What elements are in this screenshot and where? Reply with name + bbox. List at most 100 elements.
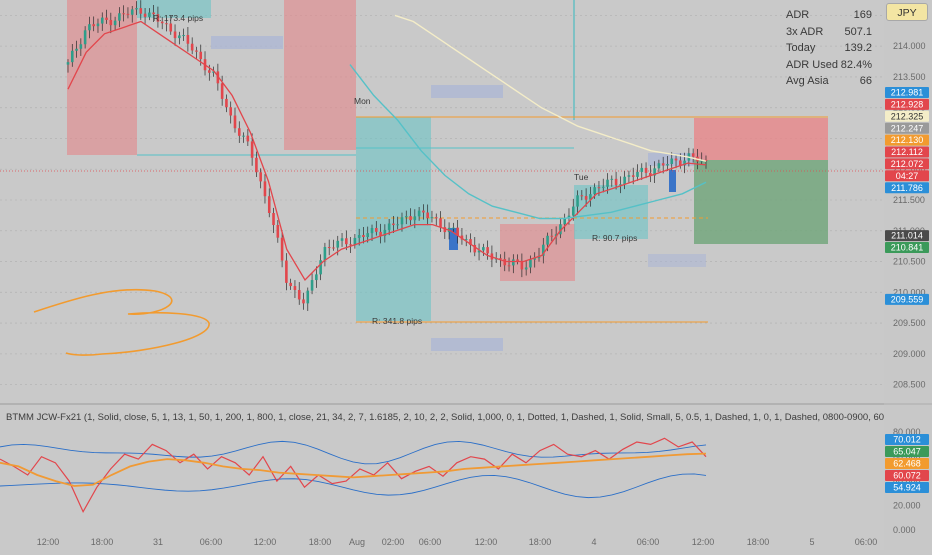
indicator-title[interactable]: BTMM JCW-Fx21 (1, Solid, close, 5, 1, 13… (6, 412, 884, 423)
price-label: 212.981 (891, 88, 924, 98)
candle-body (323, 247, 327, 261)
candle-body (233, 115, 237, 129)
candle-body (387, 223, 391, 230)
candle-body (199, 51, 203, 60)
candle-body (237, 128, 241, 136)
candle-body (263, 181, 267, 197)
candle-body (122, 13, 125, 15)
candle-body (83, 30, 87, 45)
candle-body (113, 20, 117, 26)
candle-body (657, 163, 661, 169)
candle-body (426, 212, 429, 219)
stat-row-avg-asia: Avg Asia 66 (786, 73, 872, 90)
candle-body (169, 23, 173, 32)
candle-body (584, 196, 588, 200)
candle-body (148, 12, 151, 17)
candle-body (674, 158, 678, 161)
candle-body (409, 216, 412, 221)
candle-body (627, 175, 631, 177)
candle-body (606, 179, 609, 187)
candle-body (345, 238, 348, 245)
candle-body (109, 19, 113, 26)
candle-body (550, 235, 554, 237)
candle-body (396, 224, 400, 226)
candle-body (293, 286, 297, 291)
x-tick-label: 12:00 (475, 537, 498, 547)
candle-body (670, 158, 674, 165)
candle-body (636, 171, 639, 177)
candle-body (417, 210, 421, 217)
blue-zone-2 (431, 85, 503, 98)
candle-body (430, 217, 434, 219)
candle-body (225, 98, 228, 108)
box-label-r3: R: 90.7 pips (592, 233, 637, 243)
stat-row-3x-adr: 3x ADR 507.1 (786, 24, 872, 41)
candle-body (374, 227, 378, 232)
candle-body (520, 261, 524, 270)
candle-body (434, 217, 438, 219)
candle-body (66, 62, 70, 65)
trading-chart-screen: R: 173.4 pips Mon Tue R: 90.7 pips R: 34… (0, 0, 932, 550)
candle-body (623, 176, 626, 185)
candle-body (165, 23, 168, 25)
short-position-reward (694, 160, 828, 244)
stat-value: 507.1 (844, 25, 872, 38)
price-label: 212.325 (891, 111, 924, 121)
price-label: 211.014 (891, 231, 923, 241)
x-tick-label: 06:00 (637, 537, 660, 547)
stat-value: 66 (859, 75, 872, 87)
stat-label: ADR Used (786, 58, 838, 71)
price-label: 212.130 (891, 135, 924, 145)
candle-body (306, 290, 310, 304)
osc-tick-label: 0.000 (893, 525, 916, 535)
x-tick-label: 18:00 (529, 537, 552, 547)
candle-body (631, 175, 635, 177)
osc-value-label: 54.924 (893, 483, 921, 493)
x-tick-label: 12:00 (692, 537, 715, 547)
y-tick-label: 213.500 (893, 72, 926, 82)
price-label: 212.247 (891, 123, 924, 133)
x-tick-label: 02:00 (382, 537, 405, 547)
price-label: 04:27 (896, 171, 919, 181)
candle-body (336, 240, 340, 248)
short-position-risk (694, 118, 828, 160)
candle-body (597, 187, 601, 189)
candle-body (601, 186, 605, 188)
x-tick-label: Aug (349, 537, 365, 547)
candle-body (173, 31, 177, 39)
y-tick-label: 211.500 (893, 195, 925, 205)
candle-body (610, 178, 614, 180)
candle-body (289, 282, 292, 287)
candle-body (267, 196, 271, 214)
candle-body (661, 163, 665, 166)
price-label: 212.928 (891, 100, 924, 110)
red-zone-3 (500, 224, 575, 281)
candle-body (404, 216, 408, 218)
stat-row-today: Today 139.2 (786, 40, 872, 57)
candle-body (327, 247, 331, 249)
candle-body (593, 187, 596, 195)
osc-value-label: 65.047 (893, 447, 921, 457)
candle-body (349, 244, 352, 246)
candle-body (679, 160, 682, 166)
candle-body (392, 223, 395, 226)
candle-body (96, 23, 100, 27)
candle-body (242, 135, 245, 137)
candle-body (486, 247, 489, 254)
candle-body (332, 247, 335, 249)
candle-body (272, 213, 275, 226)
candle-body (143, 13, 147, 17)
red-zone-2 (284, 0, 356, 150)
candle-body (250, 141, 254, 158)
candle-body (529, 259, 532, 268)
candle-body (105, 17, 108, 20)
candle-body (507, 265, 511, 267)
price-label: 212.072 (891, 159, 924, 169)
osc-tick-label: 20.000 (893, 501, 921, 511)
currency-badge[interactable]: JPY (886, 3, 928, 21)
price-label: 210.841 (891, 243, 924, 253)
x-tick-label: 18:00 (91, 537, 114, 547)
candle-body (512, 259, 515, 266)
x-tick-label: 18:00 (309, 537, 332, 547)
candle-body (576, 195, 579, 207)
